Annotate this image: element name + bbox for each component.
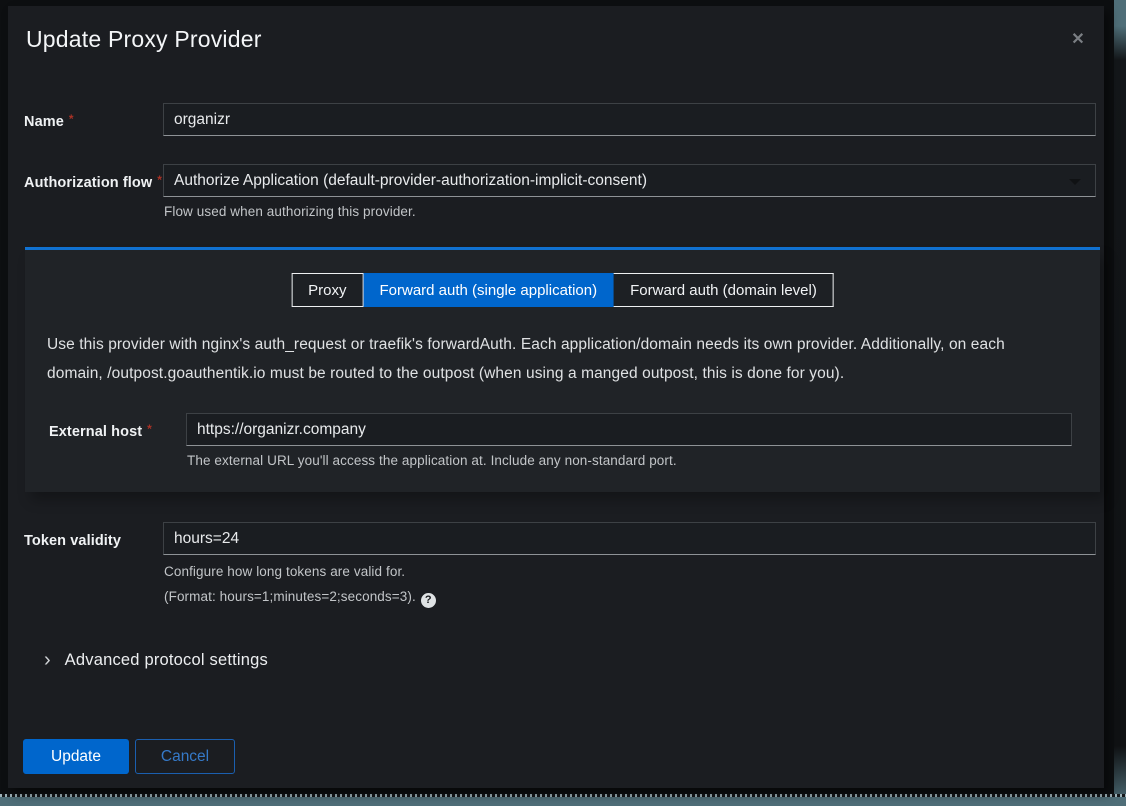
- required-asterisk: *: [157, 173, 162, 187]
- external-host-help: The external URL you'll access the appli…: [187, 453, 677, 468]
- question-circle-icon[interactable]: ?: [421, 593, 436, 608]
- chevron-right-icon: ›: [44, 650, 51, 670]
- authorization-flow-selected-option: Authorize Application (default-provider-…: [174, 172, 647, 190]
- advanced-protocol-settings-toggle[interactable]: › Advanced protocol settings: [44, 650, 268, 670]
- mode-toggle-forward-auth-single[interactable]: Forward auth (single application): [363, 273, 614, 307]
- proxy-mode-toggle-group: Proxy Forward auth (single application) …: [291, 273, 834, 307]
- required-asterisk: *: [69, 112, 74, 126]
- token-validity-label: Token validity: [24, 533, 121, 549]
- name-input[interactable]: [163, 103, 1096, 136]
- external-host-label: External host *: [49, 424, 152, 440]
- authorization-flow-select[interactable]: Authorize Application (default-provider-…: [163, 164, 1096, 197]
- name-label-text: Name: [24, 114, 64, 130]
- forward-auth-description: Use this provider with nginx's auth_requ…: [47, 330, 1037, 388]
- cancel-button[interactable]: Cancel: [135, 739, 235, 774]
- authorization-flow-label-text: Authorization flow: [24, 175, 152, 191]
- desktop-edge-bottom: [0, 797, 1126, 806]
- name-label: Name *: [24, 114, 74, 130]
- update-button[interactable]: Update: [23, 739, 129, 774]
- desktop-edge-right: [1114, 0, 1126, 806]
- authorization-flow-label: Authorization flow *: [24, 175, 162, 191]
- close-icon[interactable]: ✕: [1068, 30, 1088, 50]
- screenshot-frame: Update Proxy Provider ✕ Name * Authorizat…: [0, 0, 1126, 806]
- token-validity-input[interactable]: [163, 522, 1096, 555]
- required-asterisk: *: [147, 422, 152, 436]
- modal-title: Update Proxy Provider: [26, 26, 262, 53]
- advanced-protocol-settings-label: Advanced protocol settings: [65, 651, 268, 670]
- dropdown-caret-icon: [1069, 179, 1081, 185]
- token-validity-help-line1: Configure how long tokens are valid for.: [164, 564, 405, 579]
- update-proxy-provider-modal: Update Proxy Provider ✕ Name * Authorizat…: [8, 6, 1104, 788]
- external-host-label-text: External host: [49, 424, 142, 440]
- authorization-flow-help: Flow used when authorizing this provider…: [164, 204, 416, 219]
- mode-toggle-proxy[interactable]: Proxy: [291, 273, 363, 307]
- token-validity-help-line2: (Format: hours=1;minutes=2;seconds=3).?: [164, 589, 436, 608]
- external-host-input[interactable]: [186, 413, 1072, 446]
- token-validity-label-text: Token validity: [24, 533, 121, 549]
- token-validity-format-text: (Format: hours=1;minutes=2;seconds=3).: [164, 589, 416, 604]
- proxy-mode-card: Proxy Forward auth (single application) …: [25, 250, 1100, 492]
- mode-toggle-forward-auth-domain[interactable]: Forward auth (domain level): [614, 273, 834, 307]
